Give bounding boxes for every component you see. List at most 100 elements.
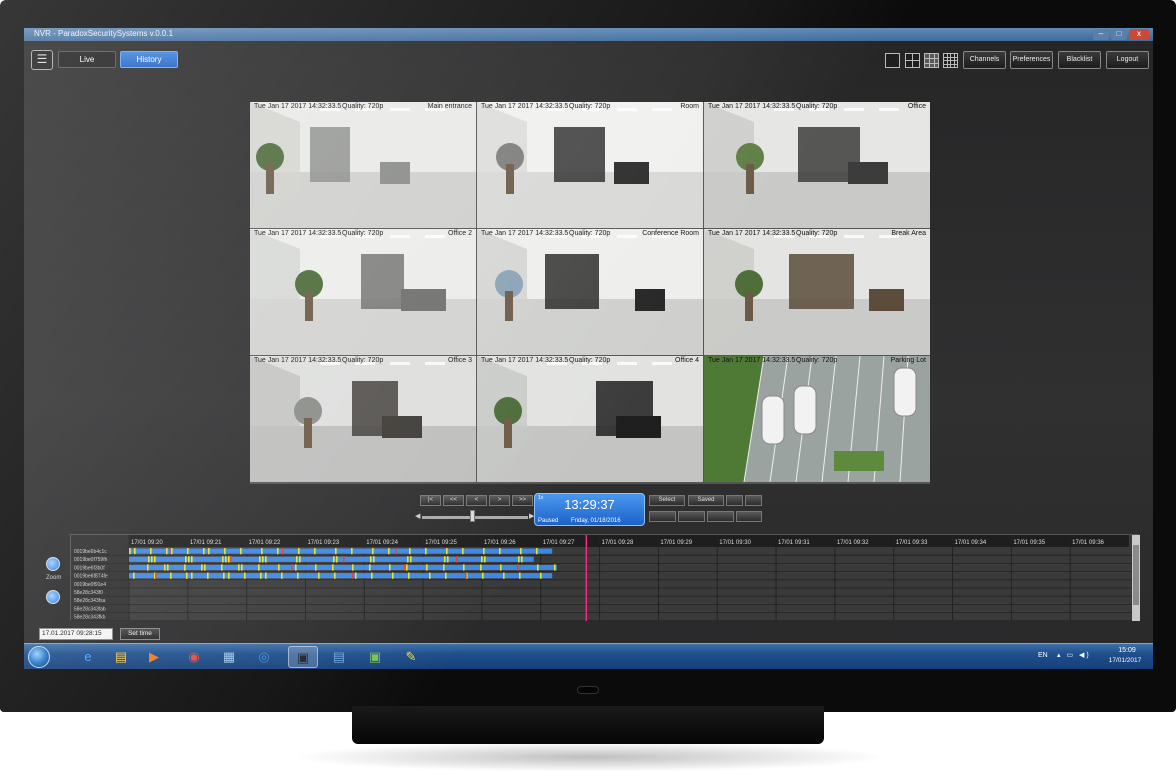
single-view-icon[interactable] [885,53,900,68]
timeline-tick-label: 17/01 09:36 [1072,540,1104,546]
camera-tile[interactable]: Tue Jan 17 2017 14:32:33.5 Quality: 720p… [477,229,703,355]
zoom-in-icon[interactable] [46,557,60,571]
motion-event-marker [389,564,391,571]
camera-timestamp: Tue Jan 17 2017 14:32:33.5 [254,230,342,237]
camera-grid: Tue Jan 17 2017 14:32:33.5 Quality: 720p… [250,102,930,484]
set-time-button[interactable]: Set time [120,628,160,640]
motion-event-marker [298,548,300,555]
motion-event-marker [150,548,152,555]
language-indicator[interactable]: EN [1038,652,1048,659]
remote-desktop-icon[interactable]: ▣ [360,646,390,668]
camera-tile[interactable]: Tue Jan 17 2017 14:32:33.5 Quality: 720p… [704,229,930,355]
camera-tile[interactable]: Tue Jan 17 2017 14:32:33.5 Quality: 720p… [250,102,476,228]
motion-event-marker [370,556,372,563]
alarm-event-marker [343,556,345,563]
file-explorer-icon[interactable]: ▤ [106,646,136,668]
motion-event-marker [540,572,542,579]
extra-button-2[interactable] [745,495,762,506]
teamviewer-icon[interactable]: ◎ [249,646,279,668]
control-panel-icon[interactable]: ▤ [324,646,354,668]
extra-button-1[interactable] [726,495,743,506]
logout-button[interactable]: Logout [1106,51,1149,69]
internet-explorer-icon[interactable]: e [73,646,103,668]
maximize-button[interactable]: □ [1111,29,1127,40]
motion-event-marker [372,548,374,555]
speed-slider-knob[interactable] [470,510,475,522]
system-tray-icons[interactable]: ▴ ▭ ◀) [1057,651,1091,659]
recording-segment [129,548,553,554]
speed-slider-track[interactable] [422,516,528,519]
tab-live[interactable]: Live [58,51,116,68]
channels-button[interactable]: Channels [963,51,1006,69]
power-button [577,686,599,694]
camera-timestamp: Tue Jan 17 2017 14:32:33.5 [708,357,796,364]
motion-event-marker [447,556,449,563]
alarm-event-marker [517,564,519,571]
chrome-icon[interactable]: ◉ [179,646,209,668]
slider-left-arrow-icon[interactable]: ◀ [415,512,420,520]
timeline-channel-label: 58e28c343f0 [74,590,103,596]
grid-3x3-icon[interactable] [924,53,939,68]
playback-state: Paused [538,518,559,524]
media-player-icon[interactable]: ▶ [139,646,169,668]
extra-button-4[interactable] [678,511,705,522]
saved-button[interactable]: Saved [688,495,724,506]
timeline[interactable]: 17/01 09:20 17/01 09:21 17/01 09:22 17/01 0… [70,534,1140,621]
minimize-button[interactable]: – [1093,29,1109,40]
network-icon[interactable]: ▦ [214,646,244,668]
camera-tile[interactable]: Tue Jan 17 2017 14:32:33.5 Quality: 720p… [250,356,476,482]
camera-tile[interactable]: Tue Jan 17 2017 14:32:33.5 Quality: 720p… [704,356,930,482]
camera-quality: Quality: 720p [342,357,384,364]
timeline-tick-label: 17/01 09:21 [190,540,222,546]
camera-timestamp: Tue Jan 17 2017 14:32:33.5 [708,230,796,237]
timeline-tick-label: 17/01 09:35 [1013,540,1045,546]
go-to-start-button[interactable]: |< [420,495,441,506]
play-button[interactable]: > [489,495,510,506]
camera-name: Break Area [891,230,926,237]
motion-event-marker [500,564,502,571]
camera-tile[interactable]: Tue Jan 17 2017 14:32:33.5 Quality: 720p… [477,356,703,482]
motion-event-marker [484,556,486,563]
timeline-tick-label: 17/01 09:25 [425,540,457,546]
grid-4x4-icon[interactable] [943,53,958,68]
preferences-button[interactable]: Preferences [1010,51,1053,69]
camera-tile[interactable]: Tue Jan 17 2017 14:32:33.5 Quality: 720p… [477,102,703,228]
paint-icon[interactable]: ✎ [396,646,426,668]
motion-event-marker [208,548,210,555]
start-button[interactable] [28,646,50,668]
grid-2x2-icon[interactable] [905,53,920,68]
select-button[interactable]: Select [649,495,685,506]
motion-event-marker [147,564,149,571]
extra-button-6[interactable] [736,511,762,522]
timeline-canvas[interactable]: 17/01 09:20 17/01 09:21 17/01 09:22 17/01 0… [71,535,1140,621]
hamburger-menu-icon[interactable]: ☰ [31,50,53,70]
timeline-tick-label: 17/01 09:23 [307,540,339,546]
tray-clock-date[interactable]: 17/01/2017 [1102,657,1148,664]
fast-forward-button[interactable]: >> [512,495,533,506]
extra-button-3[interactable] [649,511,676,522]
motion-event-marker [207,572,209,579]
monitor-bezel: NVR - ParadoxSecuritySystems v.0.0.1 – □… [0,0,1176,712]
tray-clock-time[interactable]: 15:09 [1110,647,1144,654]
motion-event-marker [228,556,230,563]
blacklist-button[interactable]: Blacklist [1058,51,1101,69]
camera-name: Parking Lot [890,357,926,364]
windows-taskbar: e ▤ ▶ ◉ ▦ ◎ ▣ ▤ ▣ ✎ EN ▴ ▭ ◀) 15:09 17/01/2017 [24,643,1153,669]
nvr-app-icon[interactable]: ▣ [288,646,318,668]
timeline-scrollbar-thumb [1133,545,1139,605]
tab-history[interactable]: History [120,51,178,68]
rewind-button[interactable]: << [443,495,464,506]
extra-button-5[interactable] [707,511,734,522]
camera-tile[interactable]: Tue Jan 17 2017 14:32:33.5 Quality: 720p… [704,102,930,228]
alarm-event-marker [291,564,293,571]
stand-shadow [290,742,890,772]
motion-event-marker [429,572,431,579]
timeline-channel-label: 0019be6b4c1c [74,549,107,555]
datetime-input[interactable]: 17.01.2017 09:28:15 [39,628,113,640]
monitor-stand [352,706,824,744]
step-back-button[interactable]: < [466,495,487,506]
zoom-out-icon[interactable] [46,590,60,604]
close-button[interactable]: x [1129,29,1149,40]
timeline-tick-label: 17/01 09:33 [896,540,928,546]
camera-tile[interactable]: Tue Jan 17 2017 14:32:33.5 Quality: 720p… [250,229,476,355]
